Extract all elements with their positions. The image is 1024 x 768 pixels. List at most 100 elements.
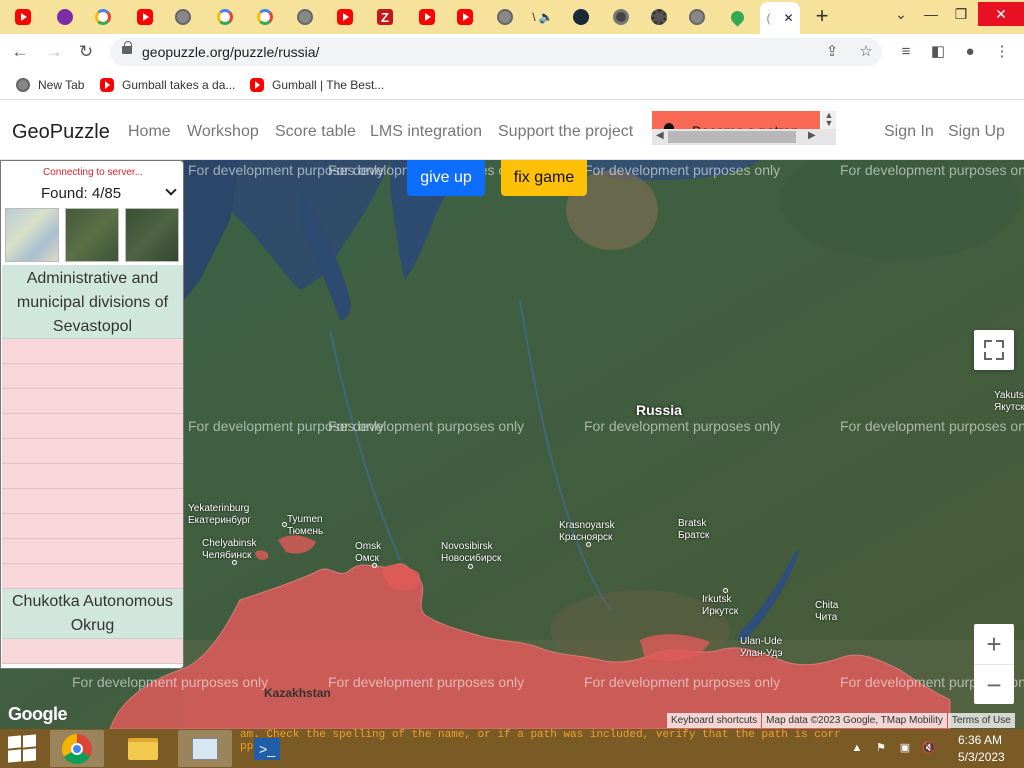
nav-support-project[interactable]: Support the project xyxy=(498,123,633,141)
map-attribution: Keyboard shortcuts Map data ©2023 Google… xyxy=(666,713,1015,728)
tab-youtube[interactable] xyxy=(10,4,36,30)
nav-lms-integration[interactable]: LMS integration xyxy=(370,123,482,141)
list-item-pending[interactable] xyxy=(2,389,183,414)
tab-globe[interactable] xyxy=(292,4,318,30)
windows-taskbar: am. Check the spelling of the name, or i… xyxy=(0,729,1024,768)
scrollbar-thumb[interactable] xyxy=(668,131,796,143)
globe-icon xyxy=(16,78,30,92)
clock-date[interactable]: 5/3/2023 xyxy=(958,750,1005,764)
tab-purple[interactable] xyxy=(52,4,78,30)
tab-google[interactable] xyxy=(252,4,278,30)
tab-youtube[interactable] xyxy=(414,4,440,30)
back-arrow-icon[interactable]: ← xyxy=(8,40,32,64)
share-icon[interactable]: ⇪ xyxy=(822,42,842,62)
list-item-pending[interactable] xyxy=(2,564,183,589)
start-button[interactable] xyxy=(8,734,38,763)
console-overlay: am. Check the spelling of the name, or i… xyxy=(240,729,840,753)
banner-horizontal-scrollbar[interactable]: ◀ ▶ xyxy=(652,129,836,145)
tab-google[interactable] xyxy=(90,4,116,30)
bookmark-gumball-2[interactable]: Gumball | The Best... xyxy=(250,76,384,94)
taskbar-file-explorer[interactable] xyxy=(116,730,170,767)
banner-vertical-scrollbar[interactable]: ▲ ▼ xyxy=(822,111,836,129)
chrome-icon xyxy=(613,9,629,25)
list-item-pending[interactable] xyxy=(2,414,183,439)
taskbar-chrome[interactable] xyxy=(50,730,104,767)
tab-youtube[interactable] xyxy=(452,4,478,30)
found-dropdown[interactable]: Found: 4/85 xyxy=(23,183,179,203)
tab-google[interactable] xyxy=(212,4,238,30)
tab-maps[interactable] xyxy=(724,4,750,30)
site-brand[interactable]: GeoPuzzle xyxy=(12,121,110,144)
fix-game-button[interactable]: fix game xyxy=(501,160,587,196)
list-item-pending[interactable] xyxy=(2,514,183,539)
terms-of-use-link[interactable]: Terms of Use xyxy=(947,713,1015,728)
media-control-icon[interactable]: ≡ xyxy=(896,42,916,62)
folder-icon xyxy=(128,738,158,760)
found-region-sevastopol[interactable]: Administrative and municipal divisions o… xyxy=(2,265,183,339)
active-tab[interactable]: ( ✕ xyxy=(760,2,800,34)
list-item-pending[interactable] xyxy=(2,639,183,664)
tab-audio[interactable]: \ 🔈 xyxy=(530,4,556,30)
map-thumbnail-regions[interactable] xyxy=(65,208,119,262)
scroll-right-icon[interactable]: ▶ xyxy=(808,130,816,141)
dev-watermark: For development purposes only xyxy=(840,418,1024,434)
tab-chrome[interactable] xyxy=(608,4,634,30)
list-item-pending[interactable] xyxy=(2,339,183,364)
bookmark-star-icon[interactable]: ☆ xyxy=(856,42,876,62)
zoom-out-button[interactable]: − xyxy=(974,664,1014,704)
bookmark-gumball-1[interactable]: Gumball takes a da... xyxy=(100,76,235,94)
keyboard-shortcuts-link[interactable]: Keyboard shortcuts xyxy=(667,713,762,728)
tab-steam[interactable] xyxy=(568,4,594,30)
list-item-pending[interactable] xyxy=(2,439,183,464)
url-text[interactable]: geopuzzle.org/puzzle/russia/ xyxy=(142,44,319,60)
taskbar-powershell[interactable]: >_ xyxy=(240,730,294,767)
reload-icon[interactable]: ↻ xyxy=(74,40,98,64)
sign-in-link[interactable]: Sign In xyxy=(884,123,934,141)
tab-close-icon[interactable]: ✕ xyxy=(783,11,793,25)
address-bar[interactable]: geopuzzle.org/puzzle/russia/ ⇪ ☆ xyxy=(110,38,882,66)
new-tab-button[interactable]: + xyxy=(812,4,832,28)
city-ulan-ude: Ulan-Ude Улан-Удэ xyxy=(740,636,783,659)
steam-icon xyxy=(573,9,589,25)
zoom-in-button[interactable]: + xyxy=(974,624,1014,664)
tab-zotero[interactable]: Z xyxy=(372,4,398,30)
nav-home[interactable]: Home xyxy=(128,123,171,141)
side-panel-icon[interactable]: ◧ xyxy=(928,42,948,62)
tab-search-chevron-icon[interactable]: ⌄ xyxy=(886,2,916,26)
menu-kebab-icon[interactable]: ⋮ xyxy=(992,42,1012,62)
forward-arrow-icon[interactable]: → xyxy=(42,40,66,64)
close-window-button[interactable]: ✕ xyxy=(978,2,1024,26)
minimize-button[interactable]: — xyxy=(916,2,946,26)
tab-globe[interactable] xyxy=(492,4,518,30)
fullscreen-button[interactable] xyxy=(974,330,1014,370)
tab-youtube[interactable] xyxy=(132,4,158,30)
restore-button[interactable]: ❐ xyxy=(946,2,976,26)
volume-mute-icon[interactable]: 🔇 xyxy=(922,741,936,755)
profile-avatar-icon[interactable]: ● xyxy=(960,42,980,62)
network-icon[interactable]: ▣ xyxy=(898,741,912,755)
list-item-pending[interactable] xyxy=(2,539,183,564)
tab-youtube[interactable] xyxy=(332,4,358,30)
taskbar-task-manager[interactable] xyxy=(178,730,232,767)
flag-icon[interactable]: ⚑ xyxy=(874,741,888,755)
list-item-pending[interactable] xyxy=(2,464,183,489)
give-up-button[interactable]: give up xyxy=(407,160,485,196)
tray-chevron-icon[interactable]: ▲ xyxy=(850,741,864,755)
tab-globe[interactable] xyxy=(170,4,196,30)
city-chelyabinsk: Chelyabinsk Челябинск xyxy=(202,538,257,561)
globe-icon xyxy=(297,9,313,25)
sign-up-link[interactable]: Sign Up xyxy=(948,123,1005,141)
bookmark-new-tab[interactable]: New Tab xyxy=(16,76,84,94)
clock-time[interactable]: 6:36 AM xyxy=(958,733,1002,747)
city-marker-icon xyxy=(282,522,287,527)
nav-score-table[interactable]: Score table xyxy=(275,123,356,141)
scroll-left-icon[interactable]: ◀ xyxy=(656,130,664,141)
map-thumbnail-satellite[interactable] xyxy=(125,208,179,262)
found-region-chukotka[interactable]: Chukotka Autonomous Okrug xyxy=(2,589,183,639)
map-thumbnail-europe[interactable] xyxy=(5,208,59,262)
tab-settings[interactable] xyxy=(646,4,672,30)
nav-workshop[interactable]: Workshop xyxy=(187,123,259,141)
tab-globe[interactable] xyxy=(684,4,710,30)
list-item-pending[interactable] xyxy=(2,364,183,389)
list-item-pending[interactable] xyxy=(2,489,183,514)
